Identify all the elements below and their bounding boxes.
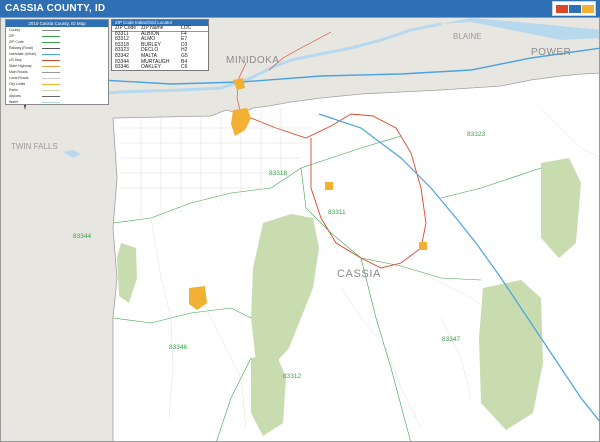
- park-east-a: [541, 158, 581, 258]
- zip-header-name: ZIP Name: [141, 25, 164, 31]
- label-power: POWER: [531, 47, 572, 58]
- label-blaine: BLAINE: [453, 32, 482, 41]
- zip-code: 83346: [115, 64, 129, 71]
- legend-label: Local Roads: [9, 76, 29, 80]
- label-cassia: CASSIA: [337, 268, 381, 280]
- zip-name: OAKLEY: [141, 64, 162, 71]
- legend-label: Interstate (Urban): [9, 52, 37, 56]
- zip-table-row: 83346 OAKLEY C6: [112, 65, 208, 71]
- label-minidoka: MINIDOKA: [226, 55, 280, 66]
- legend-label: City Limits: [9, 82, 26, 86]
- zip-label-83312: 83312: [283, 373, 302, 380]
- map-title-bar: CASSIA COUNTY, ID: [0, 0, 600, 17]
- city-albion: [325, 182, 333, 190]
- zip-label-83323: 83323: [467, 131, 486, 138]
- legend-label: Airports: [9, 94, 22, 98]
- zip-label-83346: 83346: [169, 344, 188, 351]
- legend-label: Water: [9, 100, 19, 104]
- brand-logo: [552, 1, 596, 16]
- legend-row: Water: [6, 99, 108, 105]
- legend-label: Parks: [9, 88, 18, 92]
- zip-header-loc: LOC: [181, 25, 192, 31]
- legend-label: Main Roads: [9, 70, 28, 74]
- legend-label: ZIP: [9, 34, 15, 38]
- map-title: CASSIA COUNTY, ID: [5, 3, 106, 14]
- park-east-b: [479, 280, 543, 430]
- city-malta: [419, 242, 427, 250]
- map-legend: 2010 Cassia County, ID Map County ZIP ZI…: [5, 19, 109, 105]
- legend-label: Railway (Rural): [9, 46, 33, 50]
- legend-label: ZIP Code: [9, 40, 24, 44]
- legend-label: County: [9, 28, 21, 32]
- map-canvas[interactable]: 2010 Cassia County, ID Map County ZIP ZI…: [0, 17, 600, 442]
- zip-label-83344: 83344: [73, 233, 92, 240]
- zip-label-83318: 83318: [269, 170, 288, 177]
- legend-title: 2010 Cassia County, ID Map: [6, 20, 108, 27]
- label-twin-falls: TWIN FALLS: [11, 142, 58, 151]
- zip-label-83311: 83311: [328, 209, 346, 216]
- zip-code-index: ZIP Code Index/Grid Locator ZIP Code ZIP…: [111, 19, 209, 71]
- legend-label: US Hwy: [9, 58, 22, 62]
- zip-loc: C6: [181, 64, 188, 71]
- zip-header-code: ZIP Code: [115, 25, 137, 31]
- zip-label-83347: 83347: [442, 336, 461, 343]
- legend-label: State Highway: [9, 64, 32, 68]
